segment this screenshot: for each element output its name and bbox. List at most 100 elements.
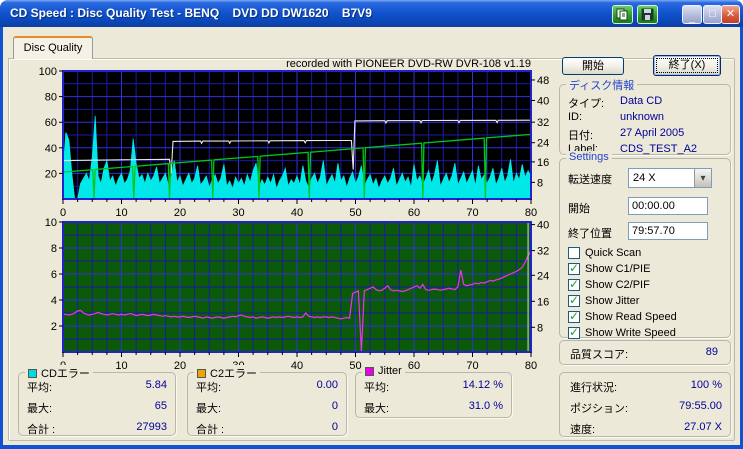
svg-text:40: 40 — [537, 95, 549, 107]
stat-row: 合計 : 27993 — [27, 421, 167, 437]
svg-text:100: 100 — [39, 66, 57, 78]
stat-value: 31.0 % — [468, 400, 503, 412]
stat-box-cd: CDエラー 平均: 5.84 最大: 65 合計 :27993 — [18, 365, 176, 437]
progress-row: 進行状況: 100 % — [570, 379, 722, 395]
maximize-button[interactable]: □ — [703, 5, 722, 24]
stat-label: 平均: — [196, 382, 222, 394]
svg-text:24: 24 — [537, 270, 549, 282]
checkbox-label: Show C1/PIE — [585, 263, 651, 275]
stat-row: 最大: 0 — [196, 400, 338, 416]
svg-text:60: 60 — [408, 360, 420, 372]
stat-row: 平均: 5.84 — [27, 379, 167, 395]
start-position-label: 開始 — [568, 203, 590, 215]
stat-row: 合計 : 0 — [196, 421, 338, 437]
minimize-icon: _ — [688, 12, 696, 24]
disc-info-label: ID: — [568, 111, 583, 123]
svg-text:24: 24 — [537, 138, 549, 150]
legend-color-icon — [197, 368, 206, 378]
progress-value: 100 % — [690, 379, 722, 391]
svg-text:40: 40 — [45, 143, 57, 155]
checked-checkbox-icon[interactable]: ✓ — [568, 293, 580, 307]
disc-info-value: Data CD — [620, 95, 663, 107]
settings-group: Settings 転送速度 24 X ▾ 開始 00:00.00 終了位置 79… — [559, 151, 731, 340]
stat-label: 合計 : — [196, 424, 225, 436]
svg-text:48: 48 — [537, 75, 549, 87]
focus-rectangle — [656, 58, 718, 73]
svg-text:4: 4 — [51, 295, 57, 307]
stat-box-title: Jitter — [362, 365, 405, 377]
speed-label: 転送速度 — [568, 174, 612, 186]
minimize-button[interactable]: _ — [682, 5, 702, 24]
stat-value: 65 — [154, 400, 167, 412]
checkbox-label: Quick Scan — [585, 247, 642, 259]
svg-text:40: 40 — [291, 360, 303, 372]
save-button[interactable] — [637, 5, 658, 24]
progress-value: 79:55.00 — [679, 400, 722, 412]
progress-label: 速度: — [570, 424, 596, 436]
checkbox-show-jitter[interactable]: ✓ Show Jitter — [568, 293, 640, 308]
checkbox-quick-scan[interactable]: Quick Scan — [568, 246, 641, 260]
checkbox-label: Show Jitter — [585, 295, 640, 307]
stat-row: 平均: 0.00 — [196, 379, 338, 395]
quality-chart: 20406080100484032241680 10 20 30 40 50 60 70 80r… — [39, 58, 550, 219]
stat-label: 最大: — [27, 403, 53, 415]
svg-text:20: 20 — [45, 168, 57, 180]
disc-info-value: 27 April 2005 — [620, 127, 685, 139]
svg-text:50: 50 — [349, 360, 361, 372]
svg-text:80: 80 — [525, 360, 537, 372]
stat-label: 最大: — [364, 403, 390, 415]
stat-row: 最大: 31.0 % — [364, 400, 503, 416]
checked-checkbox-icon[interactable]: ✓ — [568, 277, 580, 291]
svg-text:10: 10 — [115, 360, 127, 372]
svg-text:16: 16 — [537, 157, 549, 169]
checkbox-show-c2-pif[interactable]: ✓ Show C2/PIF — [568, 277, 650, 292]
exit-button[interactable]: 終了(X) — [653, 55, 721, 76]
end-position-field[interactable]: 79:57.70 — [628, 222, 708, 240]
disc-info-group: ディスク情報 タイプ: Data CD ID: unknown 日付: 27 April … — [559, 77, 731, 155]
unchecked-checkbox-icon[interactable] — [568, 247, 580, 259]
progress-label: 進行状況: — [570, 382, 618, 394]
close-button[interactable]: ✕ — [721, 5, 740, 24]
speed-combobox[interactable]: 24 X ▾ — [628, 168, 712, 188]
stat-label: 平均: — [27, 382, 53, 394]
checkbox-label: Show Read Speed — [585, 311, 677, 323]
svg-text:2: 2 — [51, 321, 57, 333]
copy-icon — [616, 8, 628, 21]
start-position-field[interactable]: 00:00.00 — [628, 197, 708, 215]
checkmark-icon: ✓ — [569, 325, 580, 339]
close-icon: ✕ — [725, 8, 736, 20]
stat-value: 14.12 % — [462, 379, 503, 391]
stat-row: 平均: 14.12 % — [364, 379, 503, 395]
checked-checkbox-icon[interactable]: ✓ — [568, 261, 580, 275]
progress-group: 進行状況: 100 % ポジション: 79:55.00 速度: 27.07 X — [559, 372, 731, 437]
stat-label: 平均: — [364, 382, 390, 394]
chevron-down-icon[interactable]: ▾ — [694, 169, 711, 187]
progress-value: 27.07 X — [684, 421, 722, 433]
floppy-disk-icon — [641, 8, 654, 21]
progress-row: ポジション: 79:55.00 — [570, 400, 722, 416]
svg-text:16: 16 — [537, 296, 549, 308]
quality-score-group: 品質スコア: 89 — [559, 340, 731, 365]
checkbox-show-write-speed[interactable]: ✓ Show Write Speed — [568, 325, 676, 340]
disc-info-row: 日付: 27 April 2005 — [568, 127, 724, 143]
tab-disc-quality[interactable]: Disc Quality — [13, 36, 93, 59]
copy-button[interactable] — [612, 5, 633, 24]
legend-color-icon — [365, 366, 374, 376]
start-button[interactable]: 開始 — [562, 57, 624, 75]
checked-checkbox-icon[interactable]: ✓ — [568, 309, 580, 323]
disc-info-title: ディスク情報 — [566, 77, 638, 93]
checkbox-show-read-speed[interactable]: ✓ Show Read Speed — [568, 309, 677, 324]
progress-row: 速度: 27.07 X — [570, 421, 722, 437]
checkbox-label: Show Write Speed — [585, 327, 676, 339]
stat-value: 0 — [331, 400, 338, 412]
title-bar[interactable]: CD Speed : Disc Quality Test - BENQ DVD … — [0, 0, 743, 27]
svg-text:8: 8 — [537, 177, 543, 189]
checked-checkbox-icon[interactable]: ✓ — [568, 325, 580, 339]
checkbox-show-c1-pie[interactable]: ✓ Show C1/PIE — [568, 261, 651, 276]
disc-info-value: CDS_TEST_A2 — [620, 143, 698, 155]
maximize-icon: □ — [709, 8, 716, 20]
disc-info-row: ID: unknown — [568, 111, 724, 123]
disc-info-row: タイプ: Data CD — [568, 95, 724, 111]
svg-text:8: 8 — [537, 322, 543, 334]
quality-score-value: 89 — [705, 346, 718, 358]
